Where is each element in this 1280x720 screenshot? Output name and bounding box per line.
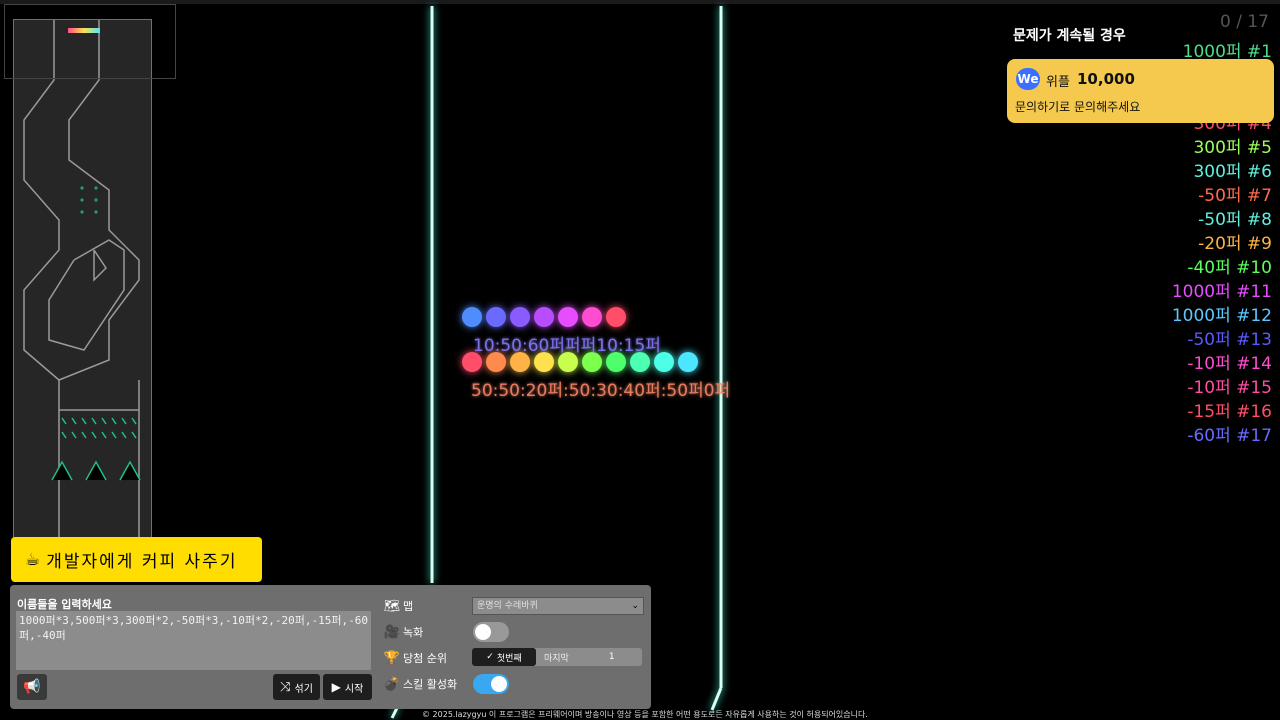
coffee-label: 개발자에게 커피 사주기 xyxy=(46,552,238,572)
buy-coffee-button[interactable]: ☕ 개발자에게 커피 사주기 xyxy=(11,537,262,582)
marble-labels-row2: 50:50:20퍼:50:30:40퍼:50퍼0퍼 xyxy=(471,381,731,401)
minimap-viewport xyxy=(4,4,176,79)
shuffle-button[interactable]: ⤨ 섞기 xyxy=(273,674,320,700)
marble-labels-row1: 10:50:60퍼퍼퍼10:15퍼 xyxy=(473,336,661,356)
weple-logo-icon: We xyxy=(1016,68,1040,90)
toggle-knob xyxy=(491,676,507,692)
ranking-item: -50퍼 #7 xyxy=(1198,186,1272,206)
video-camera-icon: 🎥 xyxy=(383,624,401,640)
donation-popup[interactable]: We 위플 10,000 문의하기로 문의해주세요 xyxy=(1007,59,1274,123)
marble xyxy=(558,307,578,327)
ranking-counter: 0 / 17 xyxy=(1220,12,1269,32)
rank-first-label: 첫번째 xyxy=(496,653,522,664)
start-button[interactable]: ▶ 시작 xyxy=(323,674,372,700)
skill-toggle[interactable] xyxy=(473,674,509,694)
rank-last-option[interactable]: 마지막 xyxy=(544,651,569,664)
ranking-item: -15퍼 #16 xyxy=(1187,402,1272,422)
marble xyxy=(582,307,602,327)
check-icon: ✓ xyxy=(486,652,494,662)
ranking-item: 1000퍼 #12 xyxy=(1171,306,1272,326)
copyright-text: © 2025.lazygyu 이 프로그램은 프리웨어이며 방송이나 영상 등을… xyxy=(422,710,868,719)
ranking-item: 1000퍼 #11 xyxy=(1171,282,1272,302)
marble xyxy=(678,352,698,372)
record-toggle[interactable] xyxy=(473,622,509,642)
ranking-heading: 문제가 계속될 경우 xyxy=(1013,28,1126,44)
map-label: 맵 xyxy=(403,600,414,613)
rank-label: 당첨 순위 xyxy=(403,652,447,665)
start-label: 시작 xyxy=(344,683,364,695)
donation-message: 문의하기로 문의해주세요 xyxy=(1015,100,1141,114)
skill-label: 스킬 활성화 xyxy=(403,678,458,691)
marble xyxy=(534,307,554,327)
names-title: 이름들을 입력하세요 xyxy=(17,598,112,611)
ranking-item: 300퍼 #6 xyxy=(1193,162,1272,182)
shuffle-icon: ⤨ xyxy=(280,679,291,695)
rank-first-option[interactable]: ✓ 첫번째 xyxy=(472,648,536,666)
map-icon: 🗺 xyxy=(383,598,401,614)
marble xyxy=(486,307,506,327)
ranking-item: 300퍼 #5 xyxy=(1193,138,1272,158)
funnel-right xyxy=(710,687,723,711)
map-select-value: 운명의 수레바퀴 xyxy=(477,601,538,611)
announce-button[interactable]: 📢 xyxy=(17,674,47,700)
play-icon: ▶ xyxy=(331,680,341,694)
donation-amount: 10,000 xyxy=(1077,70,1135,88)
minimap[interactable] xyxy=(13,19,152,549)
shuffle-label: 섞기 xyxy=(294,683,313,695)
minimap-track xyxy=(23,20,141,548)
names-input[interactable]: 1000퍼*3,500퍼*3,300퍼*2,-50퍼*3,-10퍼*2,-20퍼… xyxy=(16,611,371,670)
ranking-item: -50퍼 #13 xyxy=(1187,330,1272,350)
rank-number-input[interactable]: 1 xyxy=(609,652,615,662)
megaphone-icon: 📢 xyxy=(23,679,41,695)
toggle-knob xyxy=(475,624,491,640)
record-row: 🎥 녹화 xyxy=(383,622,423,642)
skill-row: 💣 스킬 활성화 xyxy=(383,674,457,694)
marble xyxy=(606,307,626,327)
map-row: 🗺 맵 xyxy=(383,596,413,616)
ranking-item: -50퍼 #8 xyxy=(1198,210,1272,230)
ranking-item: -10퍼 #15 xyxy=(1187,378,1272,398)
chevron-down-icon: ⌄ xyxy=(631,601,639,611)
marble xyxy=(462,307,482,327)
ranking-item: -20퍼 #9 xyxy=(1198,234,1272,254)
record-label: 녹화 xyxy=(403,626,424,639)
marble xyxy=(510,307,530,327)
bomb-icon: 💣 xyxy=(383,676,401,692)
rank-selector: ✓ 첫번째 마지막 1 xyxy=(472,648,642,666)
ranking-item: -10퍼 #14 xyxy=(1187,354,1272,374)
ranking-item: -40퍼 #10 xyxy=(1187,258,1272,278)
coffee-cup-icon: ☕ xyxy=(25,549,41,570)
ranking-item: -60퍼 #17 xyxy=(1187,426,1272,446)
rank-row: 🏆 당첨 순위 xyxy=(383,648,447,668)
map-select[interactable]: 운명의 수레바퀴 ⌄ xyxy=(472,597,644,615)
donation-name: 위플 xyxy=(1046,75,1070,90)
settings-panel: 이름들을 입력하세요 1000퍼*3,500퍼*3,300퍼*2,-50퍼*3,… xyxy=(10,585,651,709)
trophy-icon: 🏆 xyxy=(383,650,401,666)
